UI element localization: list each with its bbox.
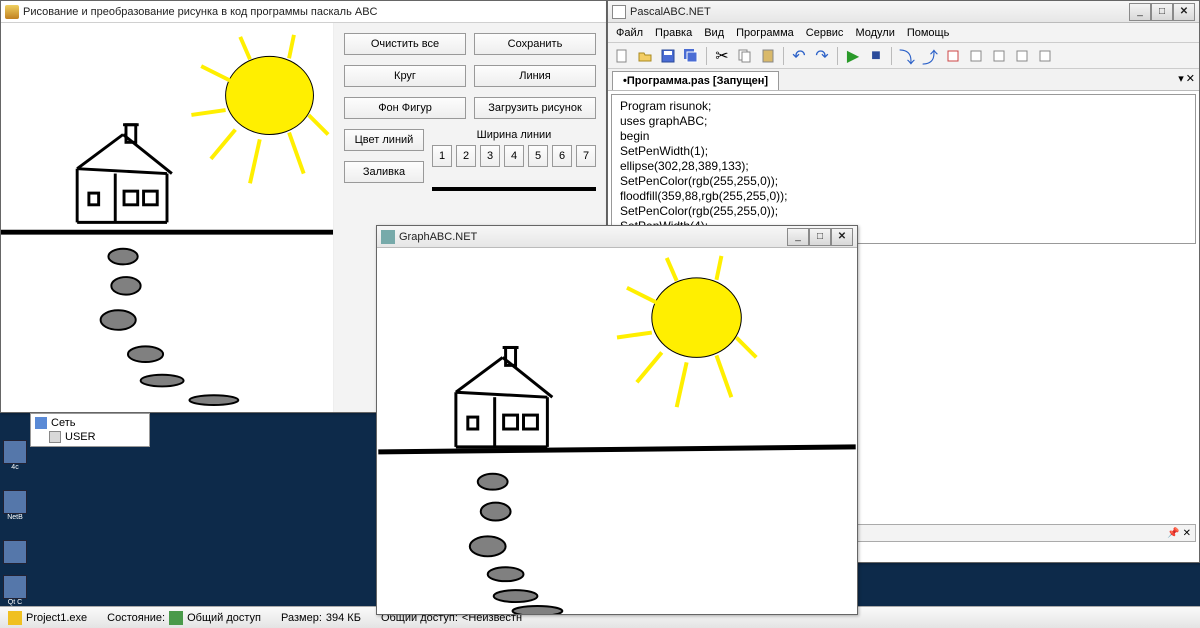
menu-view[interactable]: Вид: [704, 27, 724, 39]
app-icon: [5, 5, 19, 19]
width-7[interactable]: 7: [576, 145, 596, 167]
width-5[interactable]: 5: [528, 145, 548, 167]
exe-icon: [8, 611, 22, 625]
window-title: PascalABC.NET: [630, 6, 711, 18]
step-into-icon[interactable]: ⤵: [897, 46, 917, 66]
code-line: SetPenColor(rgb(255,255,0));: [620, 204, 1187, 219]
status-project: Project1.exe: [8, 611, 87, 625]
window-title: GraphABC.NET: [399, 231, 477, 243]
desktop-icon[interactable]: NetB: [2, 490, 28, 522]
menu-help[interactable]: Помощь: [907, 27, 950, 39]
code-line: ellipse(302,28,389,133);: [620, 159, 1187, 174]
titlebar[interactable]: GraphABC.NET _ □ ✕: [377, 226, 857, 248]
width-4[interactable]: 4: [504, 145, 524, 167]
code-line: uses graphABC;: [620, 114, 1187, 129]
open-icon[interactable]: [635, 46, 655, 66]
new-file-icon[interactable]: [612, 46, 632, 66]
tab-strip: •Программа.pas [Запущен] ▾ ✕: [608, 69, 1199, 91]
fill-button[interactable]: Заливка: [344, 161, 424, 183]
share-icon: [169, 611, 183, 625]
tool-icon[interactable]: [1012, 46, 1032, 66]
undo-icon[interactable]: ↶: [789, 46, 809, 66]
copy-icon[interactable]: [735, 46, 755, 66]
tab-close-icon[interactable]: ✕: [1186, 72, 1195, 85]
close-button[interactable]: ✕: [1173, 3, 1195, 21]
code-line: floodfill(359,88,rgb(255,255,0));: [620, 189, 1187, 204]
maximize-button[interactable]: □: [1151, 3, 1173, 21]
pin-icon[interactable]: 📌: [1167, 528, 1179, 539]
app-icon: [612, 5, 626, 19]
menu-file[interactable]: Файл: [616, 27, 643, 39]
toolbar: ✂ ↶ ↷ ▶ ■ ⤵ ⤴: [608, 43, 1199, 69]
line-width-preview: [432, 187, 596, 191]
width-3[interactable]: 3: [480, 145, 500, 167]
clear-all-button[interactable]: Очистить все: [344, 33, 466, 55]
menu-program[interactable]: Программа: [736, 27, 794, 39]
desktop-icon[interactable]: Qt C: [2, 575, 28, 607]
graphabc-window: GraphABC.NET _ □ ✕: [376, 225, 858, 615]
explorer-tree: Сеть USER: [30, 413, 150, 447]
tool-icon[interactable]: [966, 46, 986, 66]
window-title: Рисование и преобразование рисунка в код…: [23, 6, 378, 18]
code-line: SetPenWidth(1);: [620, 144, 1187, 159]
status-state: Состояние: Общий доступ: [107, 611, 261, 625]
close-panel-icon[interactable]: ✕: [1183, 528, 1191, 539]
line-width-label: Ширина линии: [432, 129, 596, 141]
code-editor[interactable]: Program risunok; uses graphABC; begin Se…: [611, 94, 1196, 244]
close-button[interactable]: ✕: [831, 228, 853, 246]
bg-shapes-button[interactable]: Фон Фигур: [344, 97, 466, 119]
tree-item-user[interactable]: USER: [35, 430, 145, 444]
computer-icon: [49, 431, 61, 443]
tree-item-network[interactable]: Сеть: [35, 416, 145, 430]
tab-dropdown-icon[interactable]: ▾: [1178, 72, 1184, 85]
step-over-icon[interactable]: ⤴: [920, 46, 940, 66]
redo-icon[interactable]: ↷: [812, 46, 832, 66]
paste-icon[interactable]: [758, 46, 778, 66]
desktop-icon[interactable]: [2, 540, 28, 572]
code-line: SetPenColor(rgb(255,255,0));: [620, 174, 1187, 189]
save-icon[interactable]: [658, 46, 678, 66]
graph-canvas: [377, 248, 857, 614]
titlebar[interactable]: PascalABC.NET _ □ ✕: [608, 1, 1199, 23]
canvas[interactable]: [1, 23, 334, 412]
titlebar[interactable]: Рисование и преобразование рисунка в код…: [1, 1, 606, 23]
tool-icon[interactable]: [1035, 46, 1055, 66]
code-line: Program risunok;: [620, 99, 1187, 114]
code-line: begin: [620, 129, 1187, 144]
tab-program[interactable]: •Программа.pas [Запущен]: [612, 71, 779, 90]
desktop-icon[interactable]: 4с: [2, 440, 28, 472]
save-all-icon[interactable]: [681, 46, 701, 66]
maximize-button[interactable]: □: [809, 228, 831, 246]
status-size: Размер: 394 КБ: [281, 612, 361, 624]
minimize-button[interactable]: _: [1129, 3, 1151, 21]
menu-bar: Файл Правка Вид Программа Сервис Модули …: [608, 23, 1199, 43]
app-icon: [381, 230, 395, 244]
cut-icon[interactable]: ✂: [712, 46, 732, 66]
circle-button[interactable]: Круг: [344, 65, 466, 87]
menu-service[interactable]: Сервис: [806, 27, 844, 39]
load-image-button[interactable]: Загрузить рисунок: [474, 97, 596, 119]
minimize-button[interactable]: _: [787, 228, 809, 246]
tool-icon[interactable]: [989, 46, 1009, 66]
save-button[interactable]: Сохранить: [474, 33, 596, 55]
run-icon[interactable]: ▶: [843, 46, 863, 66]
menu-edit[interactable]: Правка: [655, 27, 692, 39]
line-color-button[interactable]: Цвет линий: [344, 129, 424, 151]
line-button[interactable]: Линия: [474, 65, 596, 87]
width-2[interactable]: 2: [456, 145, 476, 167]
width-1[interactable]: 1: [432, 145, 452, 167]
line-width-group: 1 2 3 4 5 6 7: [432, 145, 596, 167]
tool-icon[interactable]: [943, 46, 963, 66]
menu-modules[interactable]: Модули: [855, 27, 894, 39]
width-6[interactable]: 6: [552, 145, 572, 167]
network-icon: [35, 417, 47, 429]
stop-icon[interactable]: ■: [866, 46, 886, 66]
